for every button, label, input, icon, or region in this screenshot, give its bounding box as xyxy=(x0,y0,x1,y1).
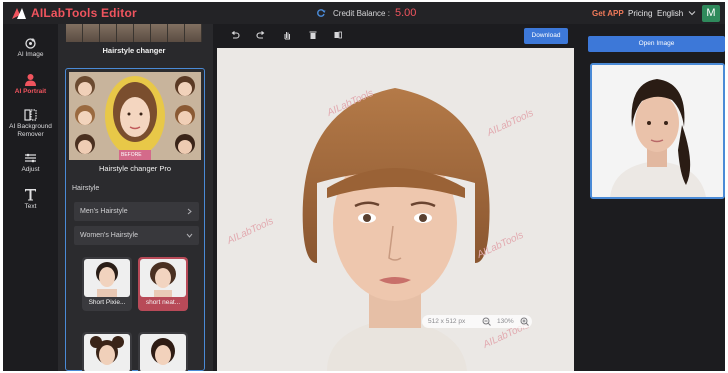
canvas-toolbar: Download xyxy=(213,24,578,46)
original-portrait-image xyxy=(592,65,723,197)
chevron-right-icon xyxy=(187,208,192,215)
nav-item-adjust[interactable]: Adjust xyxy=(3,152,58,174)
adjust-icon xyxy=(25,153,36,163)
hairstyle-changer-pro-title: Hairstyle changer Pro xyxy=(98,164,172,173)
nav-label: AI Image xyxy=(17,51,44,58)
image-canvas[interactable]: AILabTools AILabTools AILabTools AILabTo… xyxy=(217,48,574,371)
portrait-icon xyxy=(25,74,36,86)
before-badge: BEFORE xyxy=(121,152,142,158)
nav-item-background-remover[interactable]: AI Background Remover xyxy=(3,109,58,139)
hairstyle-thumbnail xyxy=(140,334,186,371)
get-app-link[interactable]: Get APP xyxy=(592,9,624,18)
left-nav: AI Image AI Portrait AI Background Remov… xyxy=(3,24,58,371)
hairstyle-thumbnail xyxy=(140,259,186,297)
text-icon xyxy=(25,189,36,201)
language-selector[interactable]: English xyxy=(657,9,683,18)
hand-icon[interactable] xyxy=(282,30,292,40)
zoom-in-icon[interactable] xyxy=(520,317,529,326)
nav-label: Text xyxy=(24,203,37,210)
nav-item-text[interactable]: Text xyxy=(3,188,58,211)
nav-item-ai-image[interactable]: AI Image xyxy=(3,37,58,59)
nav-label: AI Background Remover xyxy=(9,123,52,138)
nav-label: Adjust xyxy=(21,166,40,173)
hairstyle-thumbnail xyxy=(84,259,130,297)
hairstyle-option-selected[interactable]: short neat... xyxy=(138,257,188,311)
hairstyle-changer-thumbnail xyxy=(66,24,202,42)
hairstyle-changer-pro-thumbnail: BEFORE xyxy=(69,72,201,160)
refresh-icon[interactable] xyxy=(316,8,326,18)
hairstyle-changer-card[interactable]: Hairstyle changer xyxy=(66,24,202,60)
nav-item-ai-portrait[interactable]: AI Portrait xyxy=(3,73,58,96)
right-panel: Open Image xyxy=(578,24,725,371)
compare-icon[interactable] xyxy=(333,30,343,40)
mens-hairstyle-dropdown[interactable]: Men's Hairstyle xyxy=(74,202,199,221)
redo-icon[interactable] xyxy=(256,30,266,40)
zoom-out-icon[interactable] xyxy=(482,317,491,326)
hairstyle-thumbnail xyxy=(84,334,130,371)
hairstyle-section-label: Hairstyle xyxy=(72,185,100,192)
chevron-down-icon xyxy=(186,233,193,238)
original-image-preview[interactable] xyxy=(590,63,725,199)
top-bar: AILabTools Editor Credit Balance : 5.00 … xyxy=(3,2,725,24)
zoom-controls: 512 x 512 px 130% xyxy=(422,315,532,328)
zoom-level: 130% xyxy=(497,318,514,325)
credit-balance-label: Credit Balance : xyxy=(333,9,390,18)
chevron-down-icon[interactable] xyxy=(688,9,696,17)
womens-hairstyle-dropdown[interactable]: Women's Hairstyle xyxy=(74,226,199,245)
open-image-button[interactable]: Open Image xyxy=(588,36,725,52)
undo-icon[interactable] xyxy=(230,30,240,40)
app-title: AILabTools Editor xyxy=(31,6,137,20)
download-button[interactable]: Download xyxy=(524,28,568,44)
trash-icon[interactable] xyxy=(308,30,318,40)
tools-panel: Hairstyle changer BEFORE Hairstyle chang… xyxy=(58,24,213,371)
nav-label: AI Portrait xyxy=(14,88,47,95)
hairstyle-changer-label: Hairstyle changer xyxy=(102,46,166,55)
hairstyle-option[interactable]: Short Pixie... xyxy=(82,257,132,311)
pricing-link[interactable]: Pricing xyxy=(628,9,652,18)
app-window: AILabTools Editor Credit Balance : 5.00 … xyxy=(3,2,725,371)
credit-balance-value: 5.00 xyxy=(395,7,417,19)
ailabtools-logo-icon xyxy=(12,8,26,19)
image-dimensions: 512 x 512 px xyxy=(428,318,466,325)
womens-hairstyle-label: Women's Hairstyle xyxy=(80,232,138,239)
hairstyle-option[interactable] xyxy=(138,332,188,371)
avatar[interactable]: M xyxy=(702,5,720,22)
ai-image-icon xyxy=(25,38,36,49)
mens-hairstyle-label: Men's Hairstyle xyxy=(80,208,128,215)
hairstyle-caption: Short Pixie... xyxy=(88,299,126,306)
background-remover-icon xyxy=(24,109,37,121)
hairstyle-caption: short neat... xyxy=(145,299,181,306)
hairstyle-option[interactable] xyxy=(82,332,132,371)
